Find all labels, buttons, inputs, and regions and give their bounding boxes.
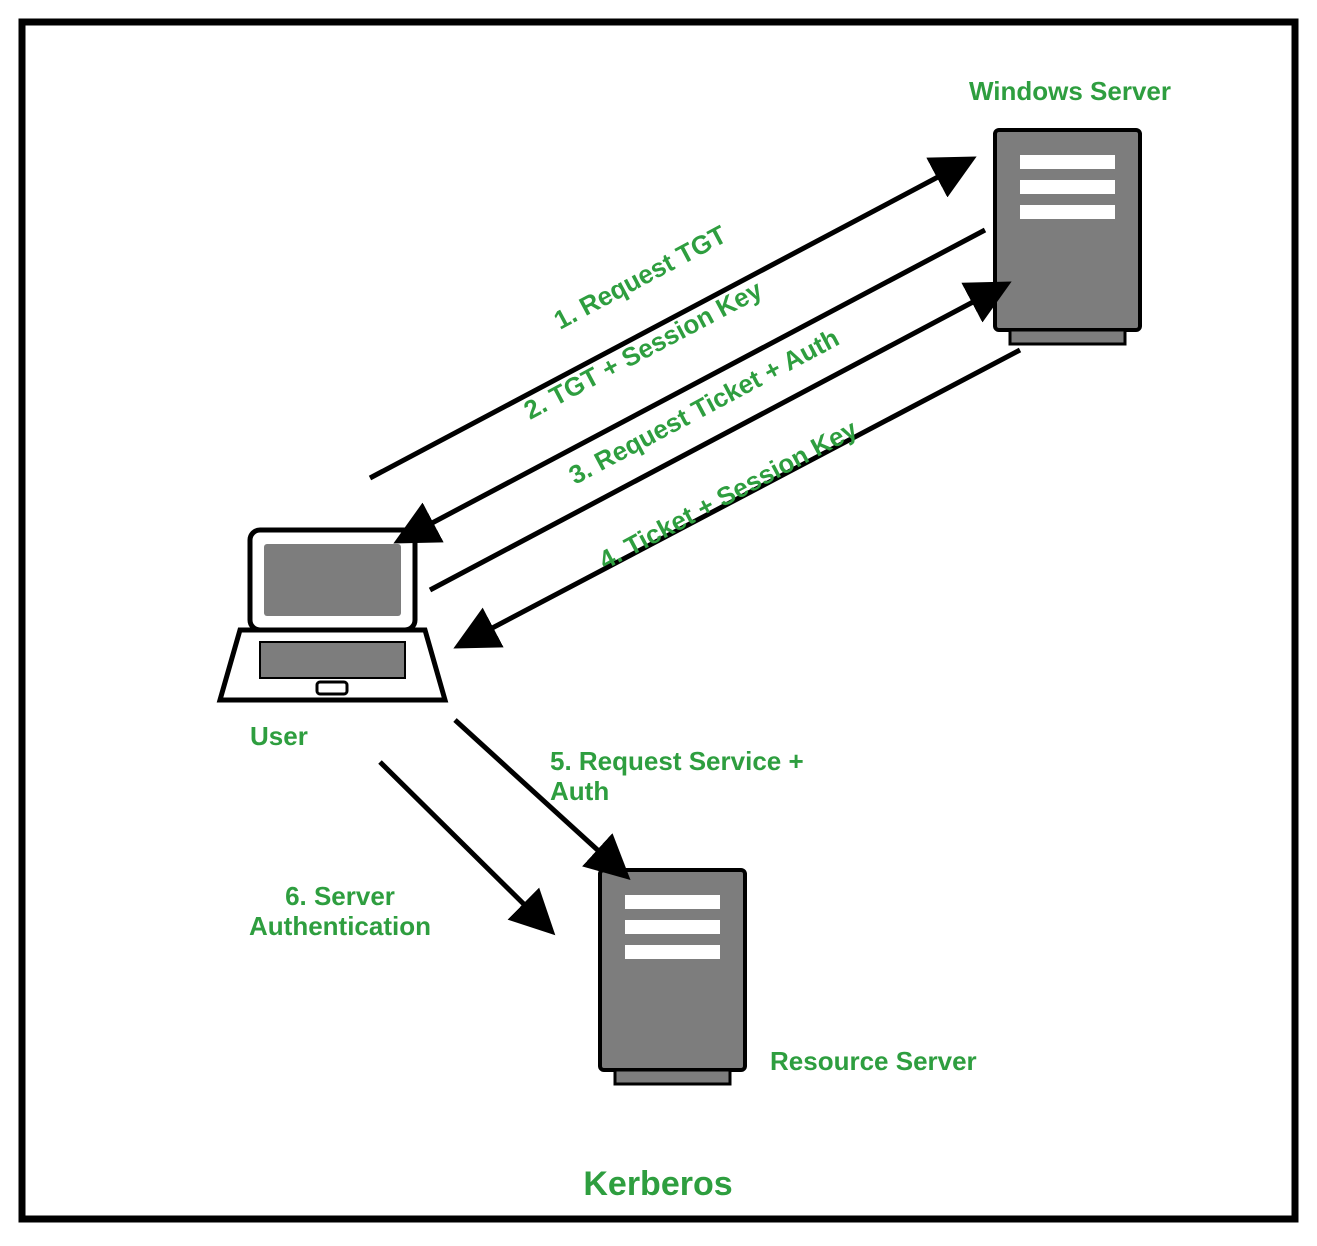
resource-server-label: Resource Server <box>770 1046 977 1076</box>
diagram-title: Kerberos <box>583 1165 732 1203</box>
kerberos-diagram: Kerberos Windows Server Resource Server … <box>0 0 1317 1241</box>
step6b-label: Authentication <box>249 911 431 941</box>
step5b-label: Auth <box>550 776 609 806</box>
resource-server-icon <box>600 870 745 1084</box>
step5a-label: 5. Request Service + <box>550 746 804 776</box>
windows-server-label: Windows Server <box>969 76 1171 106</box>
user-label: User <box>250 721 308 751</box>
windows-server-icon <box>995 130 1140 344</box>
step6a-label: 6. Server <box>285 881 395 911</box>
user-laptop-icon <box>220 530 445 700</box>
